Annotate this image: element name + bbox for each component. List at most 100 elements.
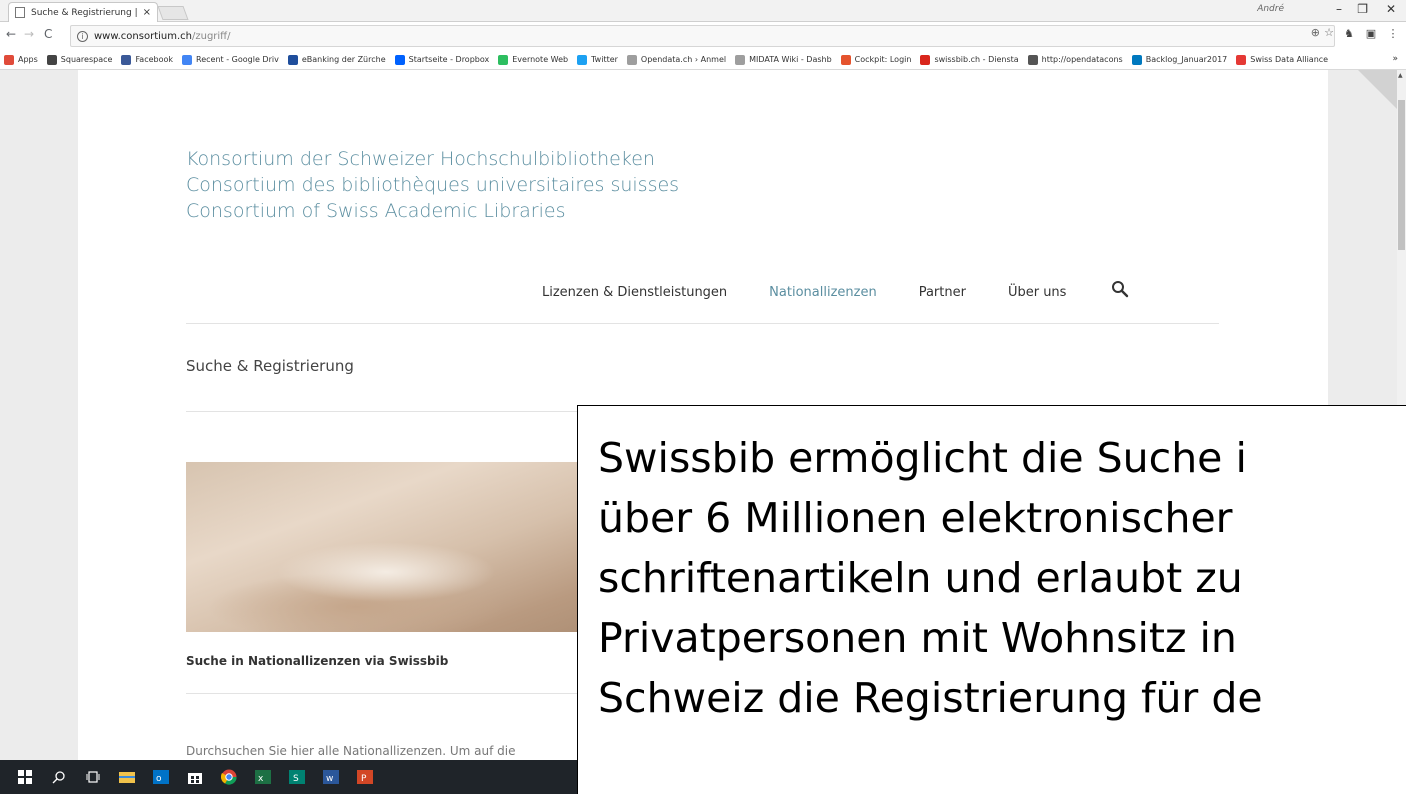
chrome-icon[interactable] [221,769,237,785]
caption-overlay: Swissbib ermöglicht die Suche i über 6 M… [577,405,1406,794]
section-text: Durchsuchen Sie hier alle Nationallizenz… [186,744,516,758]
menu-icon[interactable]: ⋮ [1386,27,1400,41]
bookmark-label: MIDATA Wiki - Dashb [749,55,832,64]
bookmark-item[interactable]: Startseite - Dropbox [394,54,490,65]
page-corner-decoration [1358,70,1397,118]
bookmark-label: Backlog_Januar2017 [1145,55,1228,64]
bookmark-label: swissbib.ch - Diensta [934,55,1019,64]
bookmark-favicon-icon [1131,54,1142,65]
bookmark-item[interactable]: Recent - Google Driv [182,54,279,65]
bookmark-item[interactable]: Opendata.ch › Anmel [626,54,727,65]
bookmark-label: Recent - Google Driv [196,55,279,64]
caption-line: Schweiz die Registrierung für de [598,674,1263,722]
zoom-icon[interactable]: ⊕ [1311,26,1320,39]
bookmark-label: http://opendatacons [1041,55,1123,64]
bookmark-item[interactable]: eBanking der Zürche [287,54,386,65]
bookmark-favicon-icon [626,54,637,65]
bookmark-item[interactable]: Swiss Data Alliance [1236,54,1329,65]
site-title-de[interactable]: Konsortium der Schweizer Hochschulbiblio… [186,146,679,172]
url-host: www.consortium.ch [94,30,192,42]
bookmark-favicon-icon [46,54,57,65]
bookmark-favicon-icon [1027,54,1038,65]
evernote-extension-icon[interactable]: ♞ [1342,27,1356,41]
nav-partner[interactable]: Partner [919,285,966,300]
bookmark-label: Apps [18,55,38,64]
svg-text:o: o [156,774,162,784]
restore-icon[interactable]: ❐ [1357,2,1368,16]
site-title-en[interactable]: Consortium of Swiss Academic Libraries [186,198,679,224]
bookmark-label: Startseite - Dropbox [408,55,490,64]
bookmark-label: Swiss Data Alliance [1250,55,1329,64]
bookmark-item[interactable]: swissbib.ch - Diensta [920,54,1019,65]
bookmark-favicon-icon [287,54,298,65]
info-icon[interactable]: i [77,30,88,42]
bookmark-item[interactable]: Backlog_Januar2017 [1131,54,1228,65]
forward-arrow-icon[interactable]: → [24,27,34,41]
bookmark-favicon-icon [840,54,851,65]
bookmark-item[interactable]: MIDATA Wiki - Dashb [735,54,832,65]
search-icon[interactable] [1111,280,1129,298]
reload-icon[interactable]: C [44,27,52,41]
profile-name[interactable]: André [1257,4,1284,14]
svg-text:P: P [361,774,367,784]
svg-text:S: S [293,774,299,784]
tab-close-icon[interactable]: × [143,7,151,18]
bookmark-favicon-icon [920,54,931,65]
store-icon[interactable] [187,769,203,785]
task-view-icon[interactable] [85,769,101,785]
caption-line: Privatpersonen mit Wohnsitz in [598,614,1237,662]
bookmark-item[interactable]: Evernote Web [498,54,569,65]
bookmark-item[interactable]: Apps [4,54,38,65]
bookmark-favicon-icon [498,54,509,65]
bookmark-favicon-icon [121,54,132,65]
caption-text: Swissbib ermöglicht die Suche i über 6 M… [598,428,1263,728]
bookmarks-overflow-icon[interactable]: » [1392,54,1398,64]
toolbar: ← → C i www.consortium.ch/zugriff/ ⊕ ☆ ♞… [0,22,1406,50]
nav-lizenzen[interactable]: Lizenzen & Dienstleistungen [542,285,727,300]
bookmark-item[interactable]: Twitter [577,54,618,65]
site-title-fr[interactable]: Consortium des bibliothèques universitai… [186,172,679,198]
new-tab-button[interactable] [157,6,189,20]
word-icon[interactable]: w [323,769,339,785]
tab-title: Suche & Registrierung | [31,7,138,18]
scroll-up-icon[interactable]: ▲ [1398,72,1403,79]
bookmark-label: eBanking der Zürche [301,55,386,64]
extension-icon[interactable]: ▣ [1364,27,1378,41]
cortana-search-icon[interactable] [51,769,67,785]
section-title: Suche in Nationallizenzen via Swissbib [186,654,449,668]
page-title: Suche & Registrierung [186,357,354,375]
bookmark-label: Twitter [591,55,618,64]
minimize-icon[interactable]: – [1336,2,1342,16]
nav-ueber-uns[interactable]: Über uns [1008,285,1067,300]
site-title[interactable]: Konsortium der Schweizer Hochschulbiblio… [186,146,679,224]
excel-icon[interactable]: x [255,769,271,785]
bookmark-item[interactable]: Facebook [121,54,174,65]
bookmark-label: Evernote Web [512,55,569,64]
caption-line: Swissbib ermöglicht die Suche i [598,434,1247,482]
back-arrow-icon[interactable]: ← [6,27,16,41]
bookmark-label: Opendata.ch › Anmel [640,55,727,64]
sway-icon[interactable]: S [289,769,305,785]
file-explorer-icon[interactable] [119,769,135,785]
bookmark-item[interactable]: http://opendatacons [1027,54,1123,65]
svg-text:x: x [258,774,264,784]
browser-tab[interactable]: Suche & Registrierung | × [8,2,158,22]
bookmark-favicon-icon [735,54,746,65]
bookmarks-bar: Apps Squarespace Facebook Recent - Google D… [0,50,1406,70]
nav-nationallizenzen[interactable]: Nationallizenzen [769,285,877,300]
windows-taskbar: o x S w P [0,760,577,794]
main-nav: Lizenzen & Dienstleistungen Nationallize… [542,285,1108,300]
windows-start-icon[interactable] [17,769,33,785]
url-path: /zugriff/ [191,30,231,42]
bookmark-star-icon[interactable]: ☆ [1324,26,1334,39]
powerpoint-icon[interactable]: P [357,769,373,785]
page-icon [15,7,25,18]
address-bar[interactable]: i www.consortium.ch/zugriff/ [70,25,1335,47]
tab-bar: Suche & Registrierung | × André – ❐ ✕ [0,0,1406,22]
bookmark-label: Facebook [135,55,174,64]
scrollbar-thumb[interactable] [1398,100,1405,250]
bookmark-item[interactable]: Squarespace [46,54,112,65]
bookmark-item[interactable]: Cockpit: Login [840,54,911,65]
close-window-icon[interactable]: ✕ [1386,2,1396,16]
outlook-icon[interactable]: o [153,769,169,785]
